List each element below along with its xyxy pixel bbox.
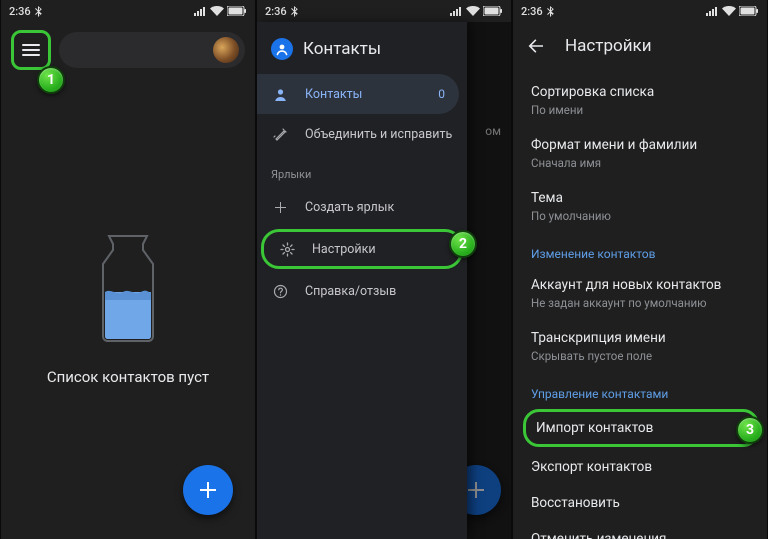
setting-primary: Экспорт контактов bbox=[531, 459, 749, 475]
wifi-icon bbox=[466, 6, 480, 16]
setting-sort[interactable]: Сортировка списка По имени bbox=[513, 74, 767, 127]
bluetooth-icon bbox=[35, 6, 43, 17]
plus-icon bbox=[271, 201, 289, 214]
setting-undo-changes[interactable]: Отменить изменения bbox=[513, 521, 767, 539]
drawer-item-label: Объединить и исправить bbox=[305, 127, 452, 142]
drawer-item-help[interactable]: Справка/отзыв bbox=[257, 271, 467, 311]
nav-drawer: Контакты Контакты 0 Объединить и исправи… bbox=[257, 22, 467, 539]
contacts-count: 0 bbox=[438, 87, 445, 101]
page-title: Настройки bbox=[565, 36, 652, 56]
setting-secondary: По имени bbox=[531, 103, 749, 117]
avatar[interactable] bbox=[213, 37, 239, 63]
status-time: 2:36 bbox=[265, 5, 287, 18]
status-time: 2:36 bbox=[521, 5, 543, 18]
setting-primary: Транскрипция имени bbox=[531, 330, 749, 346]
wand-icon bbox=[271, 127, 289, 142]
step-badge-label: 2 bbox=[459, 236, 467, 252]
empty-message: Список контактов пуст bbox=[47, 368, 209, 386]
person-icon bbox=[271, 87, 289, 102]
phone-screen-2: 2:36 ом Контакты Контакты bbox=[256, 0, 512, 539]
plus-icon bbox=[197, 479, 219, 501]
drawer-item-label: Справка/отзыв bbox=[305, 284, 396, 299]
setting-import-contacts-highlight[interactable]: Импорт контактов 3 bbox=[523, 409, 759, 447]
signal-icon bbox=[706, 6, 719, 16]
setting-secondary: Сначала имя bbox=[531, 156, 749, 170]
status-bar: 2:36 bbox=[257, 0, 511, 22]
section-manage-contacts: Управление контактами bbox=[513, 373, 767, 407]
search-bar[interactable] bbox=[59, 32, 245, 68]
setting-primary: Формат имени и фамилии bbox=[531, 137, 749, 153]
drawer-header: Контакты bbox=[257, 28, 467, 74]
section-edit-contacts: Изменение контактов bbox=[513, 233, 767, 267]
settings-list[interactable]: Сортировка списка По имени Формат имени … bbox=[513, 70, 767, 539]
hamburger-icon bbox=[22, 44, 40, 56]
drawer-item-create-label[interactable]: Создать ярлык bbox=[257, 187, 467, 227]
drawer-item-label: Настройки bbox=[312, 242, 376, 257]
wifi-icon bbox=[722, 6, 736, 16]
bluetooth-icon bbox=[291, 6, 299, 17]
setting-secondary: Скрывать пустое поле bbox=[531, 349, 749, 363]
help-icon bbox=[271, 284, 289, 299]
setting-primary: Сортировка списка bbox=[531, 84, 749, 100]
step-badge-label: 1 bbox=[47, 72, 55, 88]
setting-restore[interactable]: Восстановить bbox=[513, 485, 767, 521]
step-badge-2: 2 bbox=[449, 230, 477, 258]
app-top-bar: 1 bbox=[1, 22, 255, 78]
setting-primary: Импорт контактов bbox=[536, 420, 746, 436]
signal-icon bbox=[450, 6, 463, 16]
status-time: 2:36 bbox=[9, 5, 31, 18]
setting-name-format[interactable]: Формат имени и фамилии Сначала имя bbox=[513, 127, 767, 180]
step-badge-1: 1 bbox=[37, 66, 65, 94]
status-bar: 2:36 bbox=[1, 0, 255, 22]
drawer-item-label: Контакты bbox=[305, 87, 362, 102]
battery-icon bbox=[227, 6, 247, 16]
gear-icon bbox=[278, 242, 296, 257]
drawer-title: Контакты bbox=[303, 39, 381, 59]
wifi-icon bbox=[210, 6, 224, 16]
setting-secondary: Не задан аккаунт по умолчанию bbox=[531, 296, 749, 310]
setting-primary: Тема bbox=[531, 190, 749, 206]
drawer-item-settings-highlight[interactable]: Настройки bbox=[261, 229, 463, 269]
phone-screen-1: 2:36 1 Список контактов пу bbox=[0, 0, 256, 539]
step-badge-label: 3 bbox=[746, 422, 754, 438]
drawer-section-labels: Ярлыки bbox=[257, 154, 467, 187]
setting-phonetic-name[interactable]: Транскрипция имени Скрывать пустое поле bbox=[513, 320, 767, 373]
menu-button-highlight[interactable] bbox=[11, 30, 51, 70]
fab-add-contact[interactable] bbox=[183, 465, 233, 515]
drawer-item-label: Создать ярлык bbox=[305, 200, 394, 215]
drawer-item-contacts[interactable]: Контакты 0 bbox=[257, 74, 459, 114]
setting-primary: Аккаунт для новых контактов bbox=[531, 277, 749, 293]
bluetooth-icon bbox=[547, 6, 555, 17]
drawer-item-merge-fix[interactable]: Объединить и исправить bbox=[257, 114, 467, 154]
setting-primary: Отменить изменения bbox=[531, 531, 749, 539]
setting-export-contacts[interactable]: Экспорт контактов bbox=[513, 449, 767, 485]
setting-theme[interactable]: Тема По умолчанию bbox=[513, 180, 767, 233]
signal-icon bbox=[194, 6, 207, 16]
status-bar: 2:36 bbox=[513, 0, 767, 22]
battery-icon bbox=[739, 6, 759, 16]
contacts-app-icon bbox=[271, 38, 293, 60]
battery-icon bbox=[483, 6, 503, 16]
back-arrow-icon bbox=[527, 37, 545, 55]
step-badge-3: 3 bbox=[736, 416, 764, 444]
back-button[interactable] bbox=[527, 37, 545, 55]
setting-default-account[interactable]: Аккаунт для новых контактов Не задан акк… bbox=[513, 267, 767, 320]
settings-header: Настройки bbox=[513, 22, 767, 70]
setting-secondary: По умолчанию bbox=[531, 209, 749, 223]
empty-jar-icon bbox=[91, 232, 165, 342]
phone-screen-3: 2:36 Настройки Сортировка списка По имен… bbox=[512, 0, 768, 539]
setting-primary: Восстановить bbox=[531, 495, 749, 511]
